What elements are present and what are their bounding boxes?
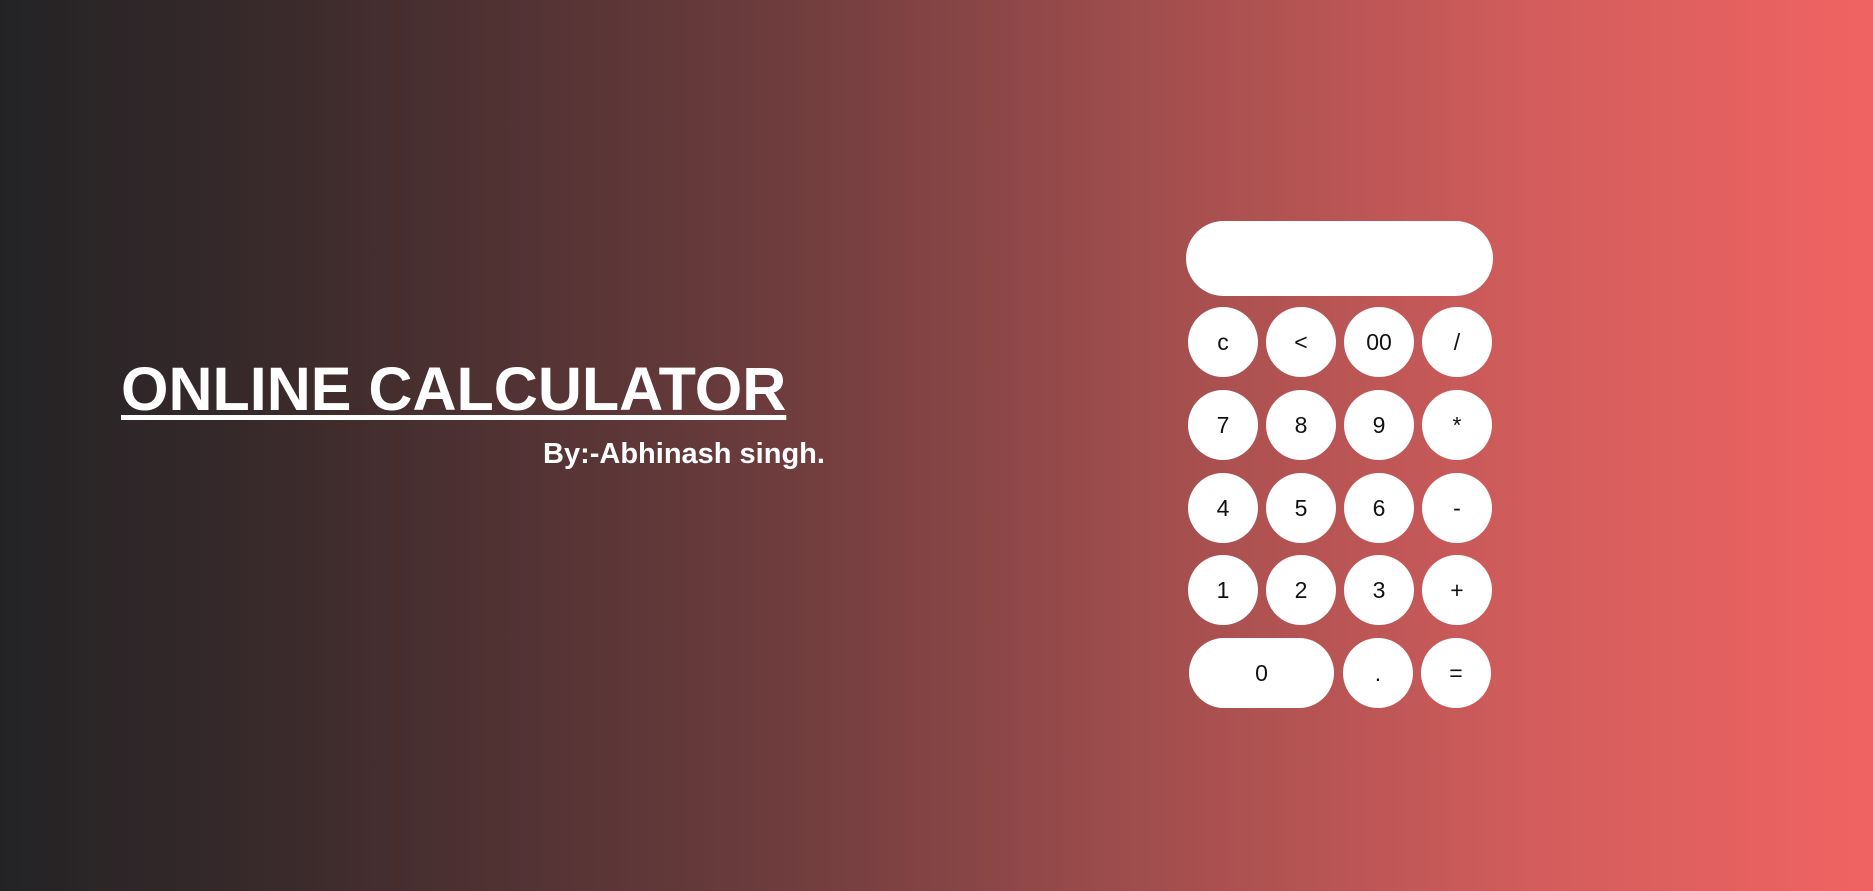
digit-5-button[interactable]: 5	[1266, 473, 1336, 543]
equals-button[interactable]: =	[1421, 638, 1491, 708]
digit-6-button[interactable]: 6	[1344, 473, 1414, 543]
digit-2-button[interactable]: 2	[1266, 555, 1336, 625]
add-button[interactable]: +	[1422, 555, 1492, 625]
page-title: ONLINE CALCULATOR	[121, 355, 787, 423]
digit-0-button[interactable]: 0	[1189, 638, 1334, 708]
digit-7-button[interactable]: 7	[1188, 390, 1258, 460]
subtract-button[interactable]: -	[1422, 473, 1492, 543]
digit-3-button[interactable]: 3	[1344, 555, 1414, 625]
calculator-display-input[interactable]	[1186, 221, 1493, 296]
backspace-button[interactable]: <	[1266, 307, 1336, 377]
multiply-button[interactable]: *	[1422, 390, 1492, 460]
author-byline: By:-Abhinash singh.	[543, 438, 825, 470]
digit-9-button[interactable]: 9	[1344, 390, 1414, 460]
digit-8-button[interactable]: 8	[1266, 390, 1336, 460]
divide-button[interactable]: /	[1422, 307, 1492, 377]
double-zero-button[interactable]: 00	[1344, 307, 1414, 377]
clear-button[interactable]: c	[1188, 307, 1258, 377]
digit-4-button[interactable]: 4	[1188, 473, 1258, 543]
decimal-button[interactable]: .	[1343, 638, 1413, 708]
digit-1-button[interactable]: 1	[1188, 555, 1258, 625]
